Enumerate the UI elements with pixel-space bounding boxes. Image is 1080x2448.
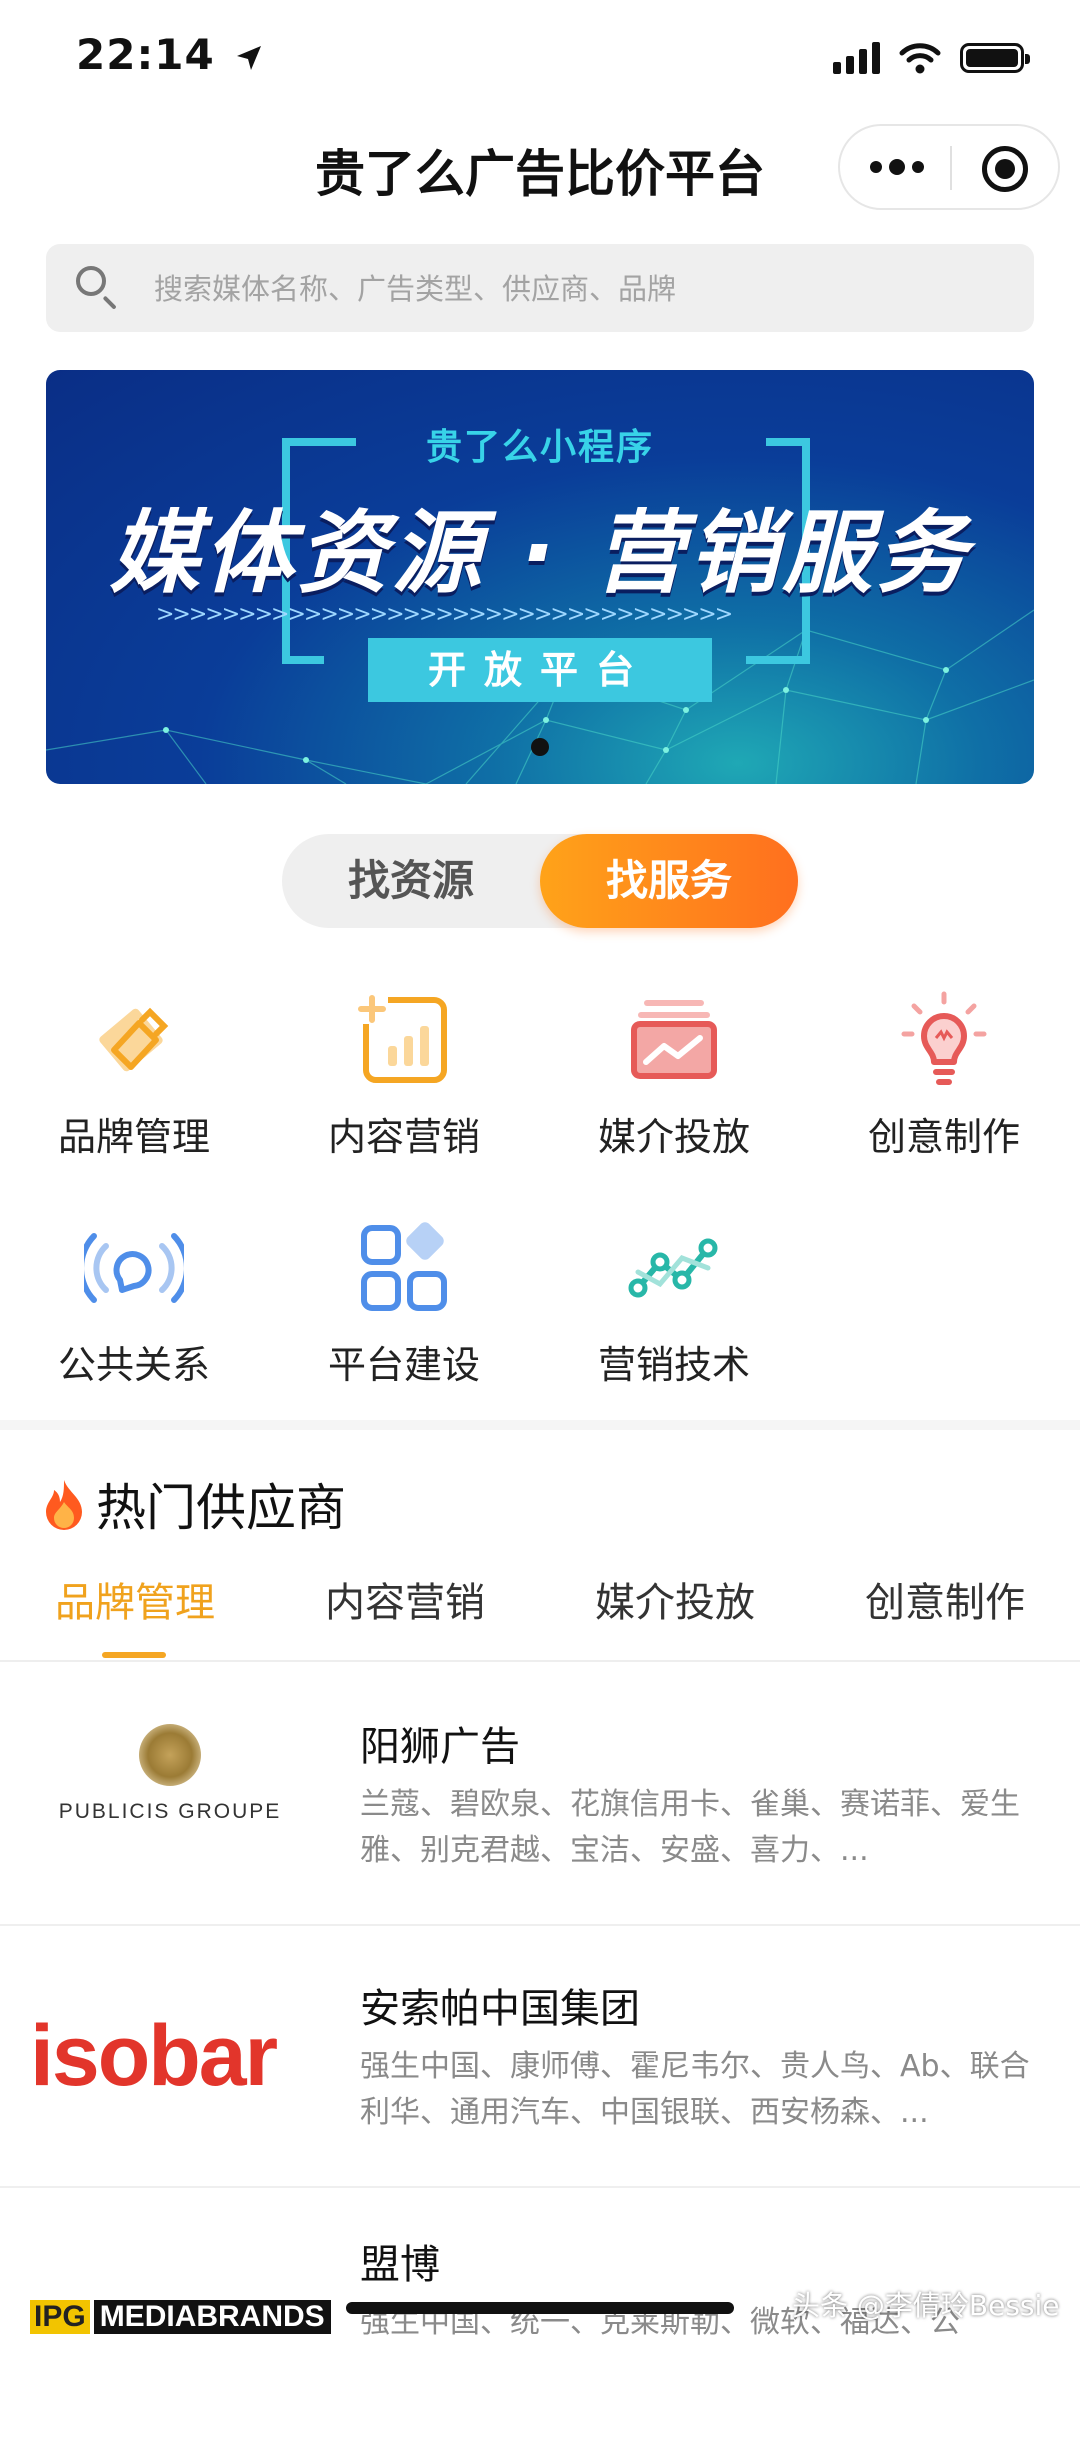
search-bar[interactable] <box>46 244 1034 334</box>
broadcast-icon <box>78 1218 190 1318</box>
category-label: 公共关系 <box>57 1343 210 1387</box>
supplier-clients: 兰蔻、碧欧泉、花旗信用卡、雀巢、赛诺菲、爱生雅、别克君越、宝洁、安盛、喜力、..… <box>360 1787 1020 1868</box>
category-label: 内容营销 <box>327 1115 480 1159</box>
active-tab-indicator <box>102 1652 166 1658</box>
search-input[interactable] <box>152 244 1016 334</box>
banner-headline: 媒体资源 · 营销服务 <box>109 501 971 606</box>
resource-service-switch: 找资源 找服务 <box>282 834 798 928</box>
supplier-category-tabs: 品牌管理 内容营销 媒介投放 创意制作 <box>0 1570 1080 1660</box>
tab-creative-production[interactable]: 创意制作 <box>810 1570 1080 1628</box>
category-platform-building[interactable]: 平台建设 <box>304 1218 504 1389</box>
carousel-indicator[interactable] <box>531 738 549 756</box>
media-chart-icon <box>624 990 724 1090</box>
brand-icon <box>84 990 184 1090</box>
category-label: 平台建设 <box>327 1343 480 1387</box>
supplier-clients: 强生中国、康师傅、霍尼韦尔、贵人鸟、Ab、联合利华、通用汽车、中国银联、西安杨森… <box>360 2049 1030 2130</box>
location-arrow-icon <box>237 45 262 70</box>
mini-program-capsule <box>838 124 1060 210</box>
category-content-marketing[interactable]: 内容营销 <box>304 990 504 1161</box>
supplier-logo: PUBLICIS GROUPE <box>30 1724 310 1864</box>
watermark: 头条 @李倩玲Bessie <box>792 2289 1060 2322</box>
tab-find-resources[interactable]: 找资源 <box>282 834 540 928</box>
category-media-placement[interactable]: 媒介投放 <box>574 990 774 1161</box>
close-target-icon[interactable] <box>982 146 1028 192</box>
supplier-row[interactable]: isobar 安索帕中国集团 强生中国、康师傅、霍尼韦尔、贵人鸟、Ab、联合利华… <box>0 1926 1080 2188</box>
status-time: 22:14 <box>76 30 264 79</box>
chart-add-icon <box>354 990 454 1090</box>
status-icons <box>833 38 1030 78</box>
more-icon[interactable] <box>870 126 924 208</box>
wifi-icon <box>899 43 941 74</box>
category-brand-management[interactable]: 品牌管理 <box>34 990 234 1161</box>
supplier-name: 安索帕中国集团 <box>360 1986 640 2032</box>
category-label: 创意制作 <box>867 1115 1020 1159</box>
hot-suppliers-title: 热门供应商 <box>96 1479 346 1537</box>
category-label: 营销技术 <box>597 1343 750 1387</box>
supplier-name: 阳狮广告 <box>360 1724 520 1770</box>
supplier-row[interactable]: PUBLICIS GROUPE 阳狮广告 兰蔻、碧欧泉、花旗信用卡、雀巢、赛诺菲… <box>0 1664 1080 1926</box>
category-label: 媒介投放 <box>597 1115 750 1159</box>
tab-find-services[interactable]: 找服务 <box>540 834 798 928</box>
category-label: 品牌管理 <box>57 1115 210 1159</box>
category-marketing-tech[interactable]: 营销技术 <box>574 1218 774 1389</box>
grid-icon <box>354 1218 454 1318</box>
publicis-lion-icon <box>139 1724 201 1786</box>
category-public-relations[interactable]: 公共关系 <box>34 1218 234 1389</box>
hot-suppliers-heading: 热门供应商 <box>42 1468 346 1540</box>
category-creative-production[interactable]: 创意制作 <box>844 990 1044 1161</box>
banner-tag: 开放平台 <box>368 638 712 702</box>
home-indicator[interactable] <box>346 2302 734 2314</box>
section-divider <box>0 1420 1080 1430</box>
tab-content-marketing[interactable]: 内容营销 <box>270 1570 540 1628</box>
banner-arrows-decoration: >>>>>>>>>>>>>>>>>>>>>>>>>>>>>>>>>>> <box>156 602 733 627</box>
search-icon <box>76 266 106 296</box>
network-icon <box>624 1218 724 1318</box>
fire-icon <box>46 1480 82 1530</box>
lightbulb-icon <box>894 990 994 1090</box>
banner-subtitle: 贵了么小程序 <box>425 427 654 468</box>
tabs-bottom-border <box>0 1660 1080 1662</box>
promo-banner[interactable]: 贵了么小程序 媒体资源 · 营销服务 >>>>>>>>>>>>>>>>>>>>>… <box>46 370 1034 784</box>
supplier-logo: IPG MEDIABRANDS <box>30 2300 331 2340</box>
supplier-logo: isobar <box>30 2008 278 2104</box>
tab-brand-management[interactable]: 品牌管理 <box>0 1570 270 1628</box>
tab-media-placement[interactable]: 媒介投放 <box>540 1570 810 1628</box>
battery-icon <box>960 43 1030 73</box>
supplier-name: 盟博 <box>360 2242 440 2288</box>
cellular-signal-icon <box>833 42 880 74</box>
